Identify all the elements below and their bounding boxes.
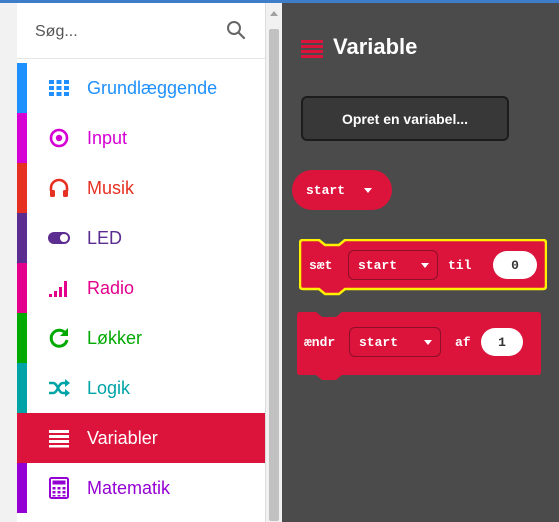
left-edge-strip [0, 3, 17, 522]
toolbox-sidebar: Grundlæggende Input Musik LED [0, 3, 265, 522]
chevron-down-icon [421, 263, 429, 268]
refresh-icon [49, 328, 69, 348]
search-input[interactable] [35, 20, 215, 44]
signal-bars-icon [49, 281, 67, 297]
category-color-bar [17, 113, 27, 163]
category-label: Matematik [87, 478, 171, 498]
change-value-input[interactable]: 1 [481, 328, 523, 356]
category-label: Input [87, 128, 128, 148]
category-color-bar [17, 163, 27, 213]
category-variabler[interactable]: Variabler [17, 413, 265, 463]
chevron-down-icon [424, 340, 432, 345]
headphones-icon [49, 178, 69, 197]
category-label: Radio [87, 278, 135, 298]
category-input[interactable]: Input [17, 113, 265, 163]
category-radio[interactable]: Radio [17, 263, 265, 313]
category-label: LED [87, 228, 123, 248]
list-icon [49, 430, 69, 448]
change-variable-block[interactable]: ændr start af 1 [296, 311, 541, 375]
variable-dropdown-label: start [358, 258, 398, 273]
blocks-flyout: Variable Opret en variabel... start sæt … [282, 3, 559, 522]
change-connector: af [455, 335, 471, 350]
toggle-icon [48, 232, 70, 244]
target-icon [49, 128, 69, 148]
category-color-bar [17, 363, 27, 413]
category-label: Musik [87, 178, 135, 198]
category-matematik[interactable]: Matematik [17, 463, 265, 513]
category-grundlaeggende[interactable]: Grundlæggende [17, 63, 265, 113]
calculator-icon [49, 477, 69, 499]
category-color-bar [17, 263, 27, 313]
category-musik[interactable]: Musik [17, 163, 265, 213]
set-value-input[interactable]: 0 [493, 251, 537, 279]
flyout-title: Variable [333, 34, 418, 59]
category-color-bar [17, 313, 27, 363]
toolbox-search [17, 6, 265, 59]
set-keyword: sæt [309, 258, 333, 273]
category-label: Variabler [87, 428, 158, 448]
set-variable-block[interactable]: sæt start til 0 [299, 239, 547, 291]
category-led[interactable]: LED [17, 213, 265, 263]
chevron-down-icon[interactable] [364, 188, 372, 193]
variable-dropdown[interactable]: start [349, 327, 441, 357]
category-label: Løkker [87, 328, 143, 348]
scrollbar-thumb[interactable] [269, 29, 279, 521]
category-color-bar [17, 63, 27, 113]
shuffle-icon [49, 379, 70, 397]
change-keyword: ændr [304, 335, 336, 350]
category-color-bar [17, 463, 27, 513]
set-connector: til [448, 258, 472, 273]
toolbox-scrollbar[interactable] [265, 3, 282, 522]
category-logik[interactable]: Logik [17, 363, 265, 413]
category-label: Grundlæggende [87, 78, 218, 98]
grid-icon [49, 80, 69, 96]
scroll-up-icon[interactable] [270, 11, 278, 16]
variable-dropdown[interactable]: start [348, 250, 438, 280]
search-icon[interactable] [226, 20, 246, 40]
variable-reporter-block[interactable]: start [292, 170, 392, 210]
make-variable-button[interactable]: Opret en variabel... [301, 96, 509, 141]
category-color-bar [17, 213, 27, 263]
list-icon [301, 40, 323, 58]
category-loekker[interactable]: Løkker [17, 313, 265, 363]
category-label: Logik [87, 378, 131, 398]
variable-name: start [306, 183, 346, 198]
variable-dropdown-label: start [359, 335, 399, 350]
